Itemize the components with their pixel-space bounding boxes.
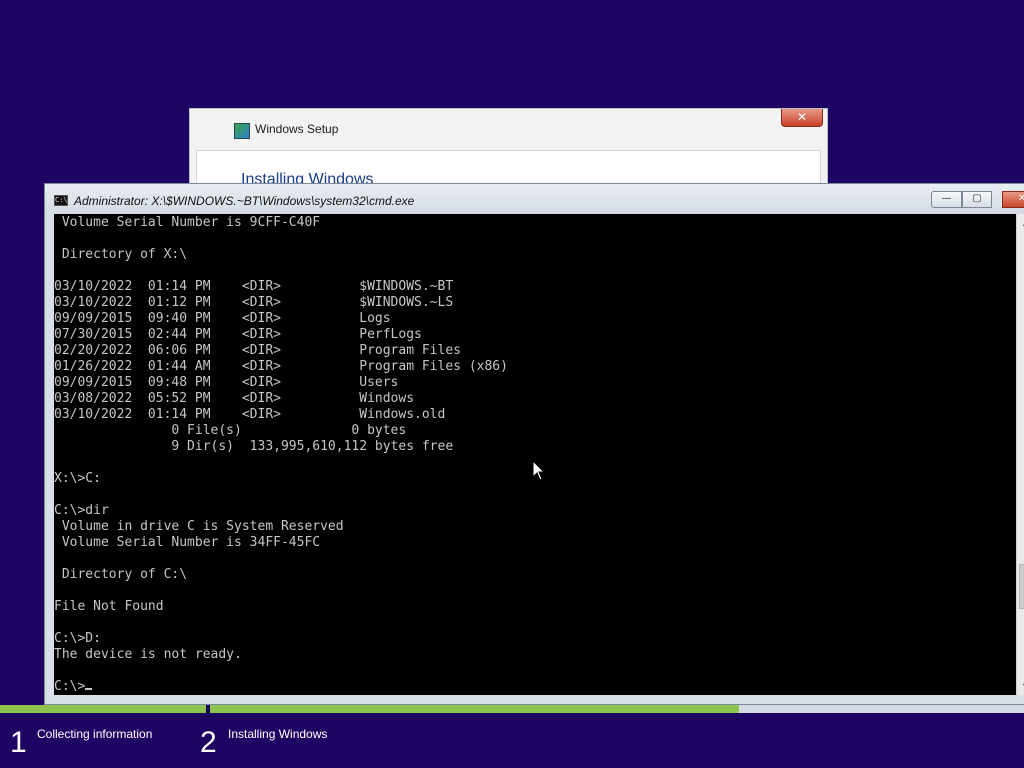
maximize-button[interactable]: ▢ [962,191,992,208]
console-line: The device is not ready. [54,647,242,662]
cmd-icon[interactable]: C:\ [54,195,68,206]
text-cursor [85,688,93,690]
setup-titlebar: Windows Setup ✕ [190,109,827,149]
minimize-button[interactable]: — [931,191,962,208]
console-output[interactable]: Volume Serial Number is 9CFF-C40F Direct… [54,214,1016,695]
close-button[interactable]: ✕ [1002,191,1024,208]
console-line: Volume Serial Number is 34FF-45FC [54,535,321,550]
console-line: File Not Found [54,599,164,614]
console-line: 03/10/2022 01:14 PM <DIR> Windows.old [54,407,446,422]
setup-icon [234,123,250,139]
console-line: 03/10/2022 01:14 PM <DIR> $WINDOWS.~BT [54,279,454,294]
step1-label: Collecting information [37,727,153,741]
cmd-title: Administrator: X:\$WINDOWS.~BT\Windows\s… [74,194,415,208]
progress-step1-fill [0,705,206,713]
console-line: 03/10/2022 01:12 PM <DIR> $WINDOWS.~LS [54,295,454,310]
setup-close-button[interactable]: ✕ [781,109,823,127]
mouse-pointer-icon [532,460,546,481]
console-line: 09/09/2015 09:48 PM <DIR> Users [54,375,399,390]
scroll-down-arrow-icon[interactable]: ▼ [1017,678,1024,695]
console-line: C:\> [54,679,86,694]
console-line: 03/08/2022 05:52 PM <DIR> Windows [54,391,415,406]
setup-progress-bar [0,705,1024,713]
console-line: Volume in drive C is System Reserved [54,519,344,534]
console-line: Directory of X:\ [54,247,188,262]
scroll-thumb[interactable] [1019,564,1024,609]
console-line: C:\>D: [54,631,101,646]
vertical-scrollbar[interactable]: ▲ ▼ [1016,214,1024,695]
step2-number: 2 [200,726,217,759]
console-line: 9 Dir(s) 133,995,610,112 bytes free [54,439,454,454]
console-line: 01/26/2022 01:44 AM <DIR> Program Files … [54,359,508,374]
console-line: 02/20/2022 06:06 PM <DIR> Program Files [54,343,461,358]
console-line: X:\>C: [54,471,101,486]
progress-step2-fill [210,705,739,713]
console-line: Directory of C:\ [54,567,188,582]
step2-label: Installing Windows [228,727,328,741]
step1-number: 1 [10,726,27,759]
console-line: 07/30/2015 02:44 PM <DIR> PerfLogs [54,327,422,342]
scroll-up-arrow-icon[interactable]: ▲ [1017,214,1024,231]
console-line: Volume Serial Number is 9CFF-C40F [54,215,321,230]
console-text: Volume Serial Number is 9CFF-C40F Direct… [54,215,508,695]
console-line: 0 File(s) 0 bytes [54,423,407,438]
cmd-window[interactable]: C:\ Administrator: X:\$WINDOWS.~BT\Windo… [44,183,1024,705]
setup-title: Windows Setup [255,122,339,136]
console-line: 09/09/2015 09:40 PM <DIR> Logs [54,311,391,326]
cmd-titlebar[interactable]: C:\ Administrator: X:\$WINDOWS.~BT\Windo… [45,184,1024,214]
console-line: C:\>dir [54,503,109,518]
